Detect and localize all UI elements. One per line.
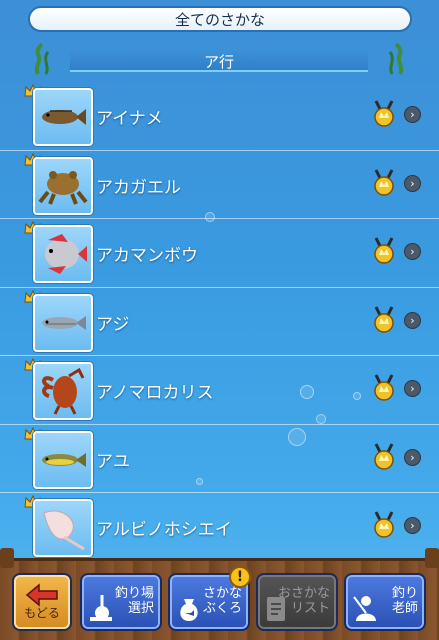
collection-title: 全てのさかな [174, 10, 265, 29]
opah-fish-icon [45, 234, 87, 274]
fish-bag-label: ぶくろ [202, 601, 242, 616]
gold-medal-icon [374, 100, 394, 127]
fish-thumbnail [33, 156, 93, 215]
fish-bag-icon [180, 599, 198, 621]
chevron-right-icon[interactable]: › [404, 517, 421, 534]
chevron-right-icon[interactable]: › [404, 106, 421, 123]
section-header: ア行 [30, 42, 408, 76]
ayu-fish-icon [42, 452, 86, 467]
fish-name: アユ [96, 451, 130, 472]
dock-post [0, 548, 14, 568]
fishing-spot-label: 選択 [127, 601, 154, 616]
gold-medal-icon [374, 305, 394, 333]
gold-medal-icon [374, 168, 394, 196]
fish-bag-label: さかな [202, 586, 242, 602]
fish-list-row[interactable]: アカガエル › [0, 151, 439, 219]
collection-title-bar: 全てのさかな [28, 6, 412, 32]
fish-list-row[interactable]: アカマンボウ › [0, 219, 439, 288]
fishing-spot-select-button[interactable]: 釣り場 選択 [80, 573, 162, 631]
chevron-right-icon[interactable]: › [404, 448, 421, 466]
fish-list-button[interactable]: おさかな リスト [256, 573, 338, 631]
fish-list-row[interactable]: アジ › [0, 288, 439, 356]
fish-name: アノマロカリス [96, 383, 214, 403]
fish-name: アカマンボウ [96, 246, 198, 266]
back-arrow-icon [25, 583, 58, 607]
fish-thumbnail [33, 430, 93, 489]
gold-medal-icon [374, 374, 394, 401]
fish-thumbnail [33, 293, 93, 352]
albino-stingray-icon [43, 510, 85, 551]
chevron-right-icon[interactable]: › [404, 174, 421, 192]
fish-list-row[interactable]: アノマロカリス › [0, 356, 439, 425]
fishing-spot-label: 釣り場 [114, 586, 154, 602]
seaweed-icon [388, 42, 404, 75]
fishing-teacher-button[interactable]: 釣り 老師 [344, 573, 426, 631]
fish-thumbnail [33, 225, 93, 283]
fisherman-icon [353, 596, 376, 621]
fish-list: アイナメ › アカガエル › アカマンボウ › アジ › アノマロカリス › ア… [0, 82, 439, 562]
gold-medal-icon [374, 237, 394, 264]
fish-name: アカガエル [96, 177, 181, 198]
chevron-right-icon[interactable]: › [404, 243, 421, 260]
teacher-label: 老師 [391, 601, 418, 616]
chevron-right-icon[interactable]: › [404, 380, 421, 397]
horse-mackerel-icon [42, 315, 86, 330]
fish-list-label: リスト [290, 601, 330, 616]
dock-post [425, 548, 439, 568]
seaweed-icon [34, 42, 50, 75]
gold-medal-icon [374, 442, 394, 470]
fish-thumbnail [33, 88, 93, 146]
gold-medal-icon [374, 511, 394, 538]
fish-thumbnail [33, 362, 93, 420]
back-button-label: もどる [24, 606, 60, 621]
fish-list-row[interactable]: アユ › [0, 425, 439, 493]
fish-list-row[interactable]: アイナメ › [0, 82, 439, 151]
ainame-fish-icon [42, 109, 86, 125]
fish-name: アイナメ [96, 109, 163, 129]
fish-thumbnail [33, 499, 93, 557]
frog-icon [38, 170, 88, 205]
notification-badge: ! [229, 566, 251, 588]
fish-name: アジ [96, 314, 130, 335]
section-title: ア行 [203, 52, 234, 71]
fish-name: アルビノホシエイ [96, 520, 232, 540]
back-button[interactable]: もどる [12, 573, 72, 631]
anomalocaris-icon [42, 367, 85, 415]
teacher-label: 釣り [391, 586, 418, 602]
document-icon [267, 597, 285, 621]
chevron-right-icon[interactable]: › [404, 311, 421, 329]
fish-list-row[interactable]: アルビノホシエイ › [0, 493, 439, 562]
fishing-reel-icon [90, 595, 112, 621]
